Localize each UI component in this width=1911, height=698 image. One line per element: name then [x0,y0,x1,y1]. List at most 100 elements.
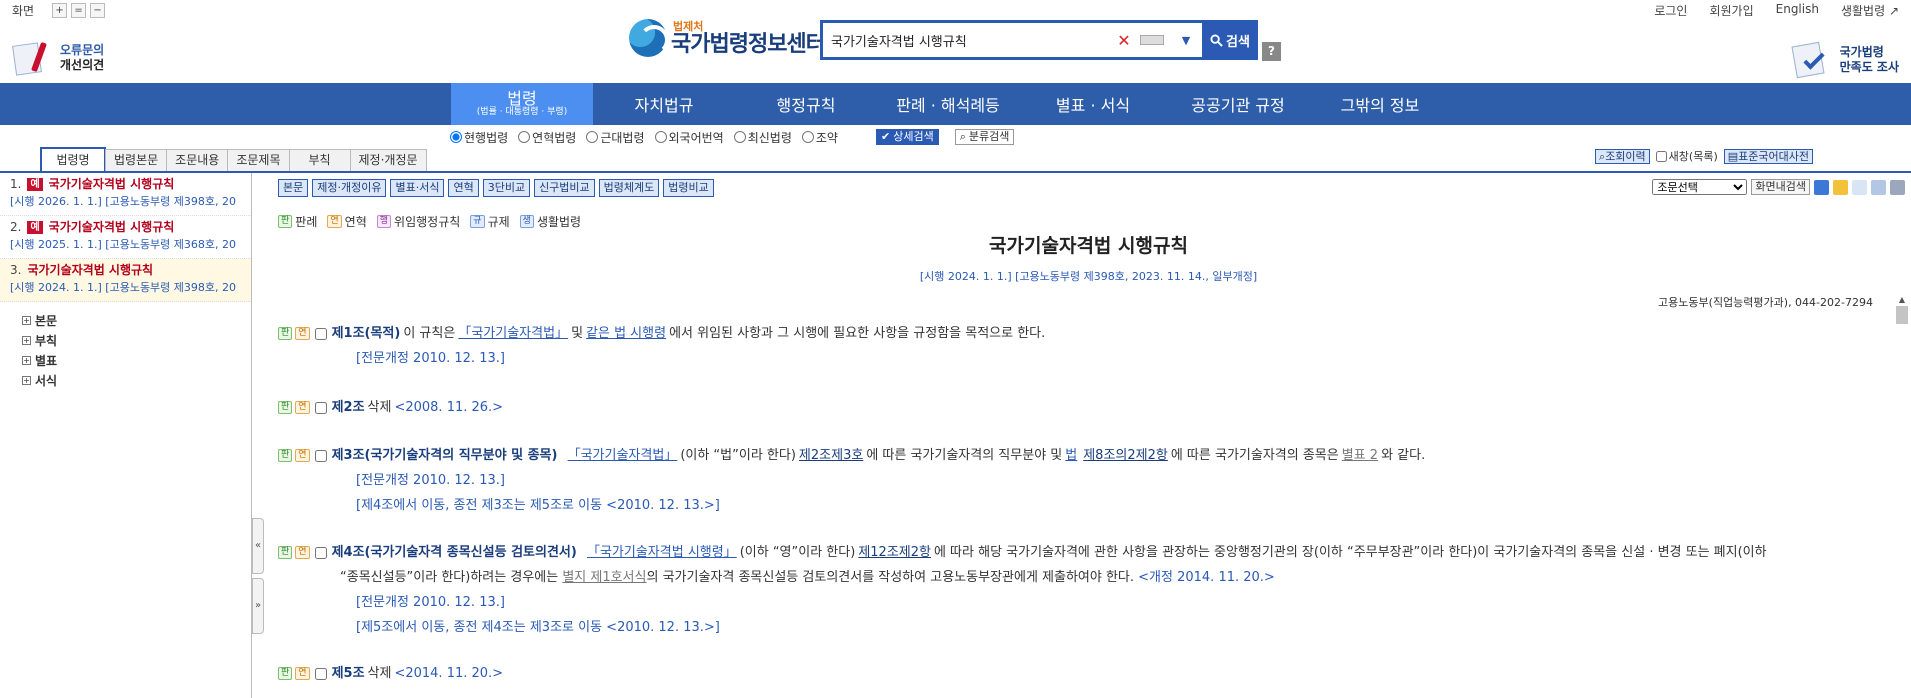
detail-search-button[interactable]: ✔ 상세검색 [875,129,939,145]
english-link[interactable]: English [1776,2,1819,19]
toolbar-reason[interactable]: 제정·개정이유 [312,179,387,197]
print-icon[interactable] [1890,179,1905,195]
article-heading[interactable]: 제2조 [332,395,365,420]
precedent-icon[interactable]: 판 [278,401,293,414]
search-help-button[interactable]: ? [1262,42,1281,61]
precedent-icon[interactable]: 판 [278,327,293,340]
filter-history[interactable]: 연혁법령 [518,129,576,146]
tab-article-content[interactable]: 조문내용 [166,149,229,171]
history-icon[interactable]: 연 [295,449,310,462]
decree-link[interactable]: 「국가기술자격법 시행령」 [587,540,737,565]
virtual-keyboard-icon[interactable] [1140,35,1164,45]
table-link[interactable]: 별표 2 [1342,443,1378,468]
tree-node-forms[interactable]: + 서식 [22,370,251,390]
amendment-date[interactable]: <개정 2014. 11. 20.> [1138,570,1275,585]
dictionary-button[interactable]: ▤표준국어대사전 [1723,148,1813,164]
share-icon[interactable] [1814,179,1829,195]
scroll-thumb[interactable] [1896,306,1908,324]
history-icon[interactable]: 연 [295,327,310,340]
in-page-search-button[interactable]: 화면내검색 [1751,179,1810,195]
article-heading[interactable]: 제5조 [332,661,365,686]
collapse-left-icon[interactable]: « [252,518,264,574]
form-link[interactable]: 별지 제1호서식 [562,570,646,585]
login-link[interactable]: 로그인 [1654,2,1687,19]
amendment-date[interactable]: <2014. 11. 20.> [394,661,503,686]
tab-article-title[interactable]: 조문제목 [227,149,290,171]
filter-latest[interactable]: 최신법령 [733,129,792,146]
filter-translation[interactable]: 외국어번역 [654,129,724,146]
filter-current[interactable]: 현행법령 [450,129,508,146]
tab-supplementary[interactable]: 부칙 [288,149,351,171]
article-heading[interactable]: 제1조(목적) [332,321,401,346]
article-checkbox[interactable] [314,667,327,680]
toolbar-body[interactable]: 본문 [278,179,309,197]
clear-search-icon[interactable]: ✕ [1114,31,1134,50]
tree-node-tables[interactable]: + 별표 [22,350,251,370]
zoom-reset-button[interactable]: = [71,3,87,18]
amendment-date[interactable]: <2008. 11. 26.> [394,395,503,420]
article-checkbox[interactable] [314,449,327,462]
search-button[interactable]: 검색 [1202,21,1258,59]
article-link[interactable]: 제2조제3호 [799,443,863,468]
article-checkbox[interactable] [314,546,327,559]
bookmark-icon[interactable] [1833,179,1848,195]
law-link[interactable]: 「국가기술자격법」 [458,321,568,346]
article-checkbox[interactable] [314,327,327,340]
nav-other-info[interactable]: 그밖의 정보 [1309,83,1451,125]
hanja-icon[interactable] [1852,179,1867,195]
tab-enactment[interactable]: 제정·개정문 [349,149,427,171]
content-scrollbar[interactable]: ▲ [1893,295,1911,698]
search-options-dropdown[interactable]: ▼ [1170,23,1202,57]
nav-tables-forms[interactable]: 별표 · 서식 [1019,83,1167,125]
nav-precedents[interactable]: 판례 · 해석례등 [877,83,1019,125]
save-icon[interactable] [1871,179,1886,195]
category-search-button[interactable]: ⌕ 분류검색 [954,129,1015,145]
article-heading[interactable]: 제4조(국가기술자격 종목신설등 검토의견서) [332,540,577,565]
search-input[interactable] [823,24,1114,56]
tab-law-body[interactable]: 법령본문 [105,149,168,171]
toolbar-old-new-compare[interactable]: 신구법비교 [534,179,595,197]
life-law-link[interactable]: 생활법령 ↗ [1841,2,1899,19]
nav-admin-rules[interactable]: 행정규칙 [735,83,877,125]
nav-local-laws[interactable]: 자치법규 [593,83,735,125]
expand-left-icon[interactable]: » [252,578,264,634]
law-short-link[interactable]: 법 [1065,443,1077,468]
decree-link[interactable]: 같은 법 시행령 [586,321,666,346]
article-link[interactable]: 제12조제2항 [858,540,931,565]
signup-link[interactable]: 회원가입 [1709,2,1753,19]
article-link[interactable]: 제8조의2제2항 [1083,443,1168,468]
nav-laws[interactable]: 법령 (법률 · 대통령령 · 부령) [451,83,593,125]
tree-node-body[interactable]: + 본문 [22,310,251,330]
toolbar-law-compare[interactable]: 법령비교 [663,179,714,197]
feedback-link[interactable]: 오류문의 개선의견 [8,38,104,78]
article-checkbox[interactable] [314,401,327,414]
law-link[interactable]: 「국가기술자격법」 [568,443,678,468]
toolbar-history[interactable]: 연혁 [448,179,479,197]
toolbar-3-compare[interactable]: 3단비교 [482,179,531,197]
survey-link[interactable]: 국가법령 만족도 조사 [1786,38,1899,82]
site-logo[interactable]: 법제처 국가법령정보센터 [629,19,826,57]
result-item-3[interactable]: 3. 국가기술자격법 시행규칙 [시행 2024. 1. 1.] [고용노동부령 … [0,259,251,302]
tab-law-name[interactable]: 법령명 [40,147,106,171]
filter-treaty[interactable]: 조약 [801,129,838,146]
precedent-icon[interactable]: 판 [278,546,293,559]
filter-modern[interactable]: 근대법령 [586,129,645,146]
toolbar-law-system[interactable]: 법령체계도 [598,179,660,197]
tree-node-supplementary[interactable]: + 부칙 [22,330,251,350]
history-icon[interactable]: 연 [295,667,310,680]
new-window-checkbox[interactable]: 새창(목록) [1655,148,1718,164]
article-select[interactable]: 조문선택 [1652,179,1748,195]
article-heading[interactable]: 제3조(국가기술자격의 직무분야 및 종목) [332,443,558,468]
history-icon[interactable]: 연 [295,546,310,559]
result-item-1[interactable]: 1. 예 국가기술자격법 시행규칙 [시행 2026. 1. 1.] [고용노동부령… [0,173,251,216]
zoom-in-button[interactable]: + [52,3,68,18]
toolbar-tables-forms[interactable]: 별표·서식 [390,179,445,197]
precedent-icon[interactable]: 판 [278,449,293,462]
view-history-button[interactable]: ⌕조회이력 [1595,148,1650,164]
scroll-up-icon[interactable]: ▲ [1893,295,1911,304]
nav-public-rules[interactable]: 공공기관 규정 [1167,83,1309,125]
precedent-icon[interactable]: 판 [278,667,293,680]
history-icon[interactable]: 연 [295,401,310,414]
result-item-2[interactable]: 2. 예 국가기술자격법 시행규칙 [시행 2025. 1. 1.] [고용노동부령… [0,216,251,259]
zoom-out-button[interactable]: − [90,3,106,18]
